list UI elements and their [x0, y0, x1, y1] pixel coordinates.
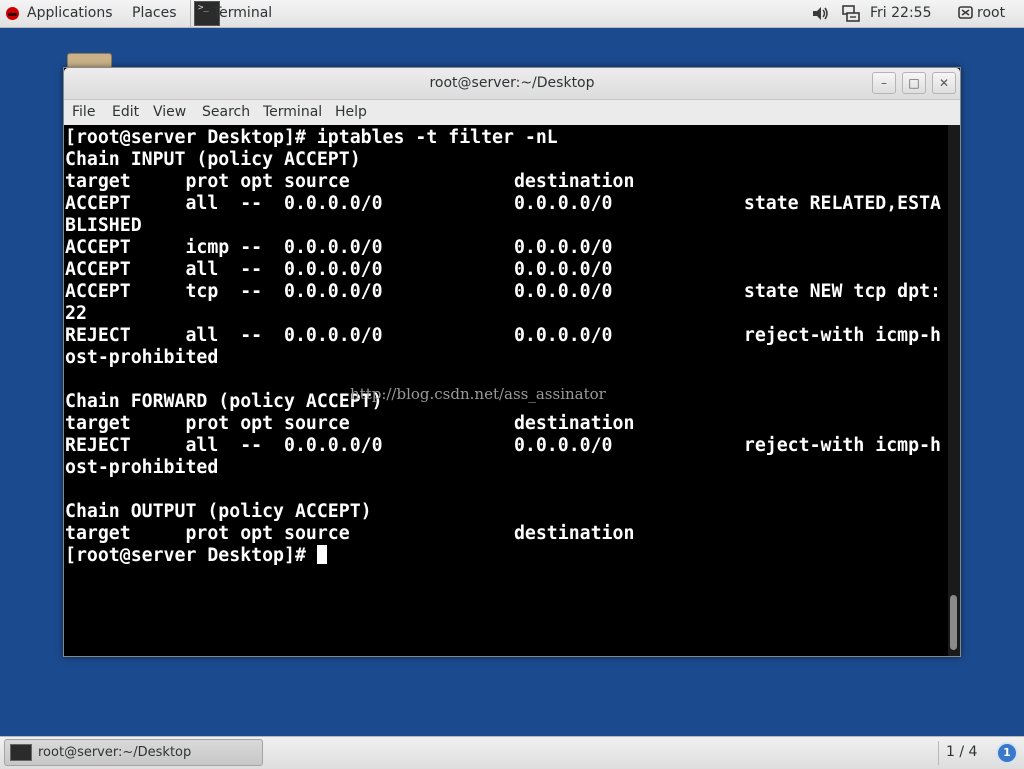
- terminal-icon-glyph: >_: [198, 3, 209, 13]
- terminal-line: REJECT all -- 0.0.0.0/0 0.0.0.0/0 reject…: [65, 435, 941, 456]
- terminal-line: ACCEPT all -- 0.0.0.0/0 0.0.0.0/0 state …: [65, 193, 941, 214]
- user-icon[interactable]: [958, 6, 973, 19]
- close-button[interactable]: ✕: [932, 72, 956, 94]
- terminal-line: target prot opt source destination: [65, 523, 635, 544]
- terminal-line: Chain FORWARD (policy ACCEPT): [65, 391, 383, 412]
- menu-help[interactable]: Help: [335, 100, 367, 125]
- menu-view[interactable]: View: [153, 100, 186, 125]
- places-menu[interactable]: Places: [132, 0, 177, 27]
- menu-file[interactable]: File: [72, 100, 95, 125]
- terminal-output[interactable]: [root@server Desktop]# iptables -t filte…: [64, 125, 948, 656]
- window-titlebar[interactable]: root@server:~/Desktop – □ ✕: [64, 68, 960, 100]
- terminal-window: root@server:~/Desktop – □ ✕ File Edit Vi…: [63, 67, 961, 657]
- taskbar-window-button[interactable]: root@server:~/Desktop: [4, 739, 263, 766]
- terminal-line: BLISHED: [65, 215, 142, 236]
- terminal-lines: [root@server Desktop]# iptables -t filte…: [65, 127, 941, 544]
- terminal-line: target prot opt source destination: [65, 171, 635, 192]
- notification-icon[interactable]: 1: [996, 742, 1018, 764]
- taskbar-window-label: root@server:~/Desktop: [38, 745, 192, 760]
- clock[interactable]: Fri 22:55: [870, 0, 931, 27]
- user-menu[interactable]: root: [977, 0, 1005, 27]
- text-cursor: [316, 545, 327, 564]
- applications-menu[interactable]: Applications: [27, 0, 113, 27]
- speaker-icon[interactable]: [812, 6, 830, 21]
- maximize-button[interactable]: □: [902, 72, 926, 94]
- terminal-line: Chain INPUT (policy ACCEPT): [65, 149, 361, 170]
- menubar: File Edit View Search Terminal Help: [64, 100, 960, 125]
- menu-search[interactable]: Search: [202, 100, 250, 125]
- terminal-text: [root@server Desktop]# iptables -t filte…: [65, 127, 941, 567]
- terminal-line: ACCEPT icmp -- 0.0.0.0/0 0.0.0.0/0: [65, 237, 613, 258]
- menu-terminal[interactable]: Terminal: [263, 100, 322, 125]
- terminal-line: ACCEPT tcp -- 0.0.0.0/0 0.0.0.0/0 state …: [65, 281, 941, 302]
- terminal-app-menu[interactable]: Terminal: [213, 0, 272, 27]
- window-title: root@server:~/Desktop: [429, 75, 595, 91]
- terminal-line: [root@server Desktop]# iptables -t filte…: [65, 127, 558, 148]
- terminal-icon: [10, 744, 32, 761]
- terminal-line: target prot opt source destination: [65, 413, 635, 434]
- terminal-prompt: [root@server Desktop]#: [65, 545, 317, 566]
- terminal-line: ost-prohibited: [65, 457, 219, 478]
- terminal-line: REJECT all -- 0.0.0.0/0 0.0.0.0/0 reject…: [65, 325, 941, 346]
- bottom-panel: root@server:~/Desktop 1 / 4 1: [0, 736, 1024, 769]
- terminal-line: 22: [65, 303, 87, 324]
- panel-divider: [190, 0, 191, 27]
- redhat-icon[interactable]: [6, 7, 19, 20]
- terminal-line: ACCEPT all -- 0.0.0.0/0 0.0.0.0/0: [65, 259, 613, 280]
- scrollbar[interactable]: [948, 125, 960, 656]
- menu-edit[interactable]: Edit: [112, 100, 139, 125]
- minimize-button[interactable]: –: [872, 72, 896, 94]
- workspace-indicator[interactable]: 1 / 4: [946, 737, 977, 768]
- network-icon[interactable]: [842, 5, 860, 22]
- scrollbar-thumb[interactable]: [950, 595, 957, 650]
- terminal-line: Chain OUTPUT (policy ACCEPT): [65, 501, 372, 522]
- terminal-line: ost-prohibited: [65, 347, 219, 368]
- panel-divider: [938, 741, 939, 765]
- top-panel: Applications Places >_ Terminal Fri 22:5…: [0, 0, 1024, 28]
